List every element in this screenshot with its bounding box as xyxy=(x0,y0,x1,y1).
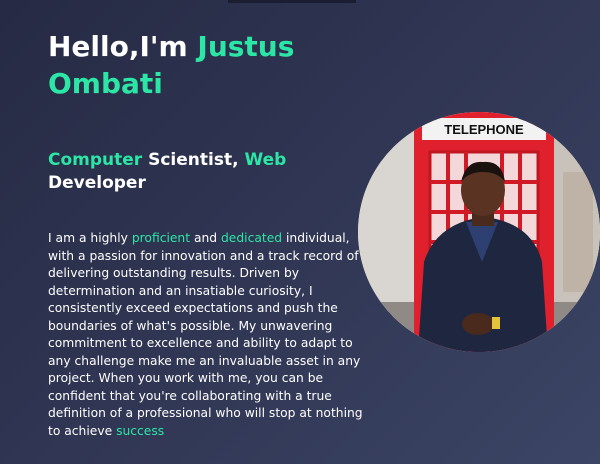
bio-paragraph: I am a highly proficient and dedicated i… xyxy=(48,230,366,440)
bio-text-3: individual, with a passion for innovatio… xyxy=(48,231,363,438)
hero-name-last: Ombati xyxy=(48,67,163,100)
role-computer: Computer xyxy=(48,150,143,170)
top-edge-bar xyxy=(228,0,356,3)
hero-heading: Hello,I'm Justus Ombati xyxy=(48,28,348,102)
role-web: Web xyxy=(244,150,287,170)
role-scientist: Scientist, xyxy=(142,150,245,170)
bio-text-2: and xyxy=(190,231,221,245)
profile-photo-illustration: TELEPHONE xyxy=(358,112,600,352)
bio-accent-dedicated: dedicated xyxy=(221,231,283,245)
role-developer: Developer xyxy=(48,173,146,193)
hero-greeting: Hello,I'm xyxy=(48,30,198,63)
role-subtitle: Computer Scientist, Web Developer xyxy=(48,149,308,195)
bio-accent-proficient: proficient xyxy=(131,231,191,245)
booth-sign: TELEPHONE xyxy=(444,122,524,137)
bio-accent-success: success xyxy=(116,423,165,438)
profile-photo: TELEPHONE xyxy=(358,112,600,352)
hero-name-first: Justus xyxy=(197,30,295,63)
bio-text-1: I am a highly xyxy=(48,231,132,245)
